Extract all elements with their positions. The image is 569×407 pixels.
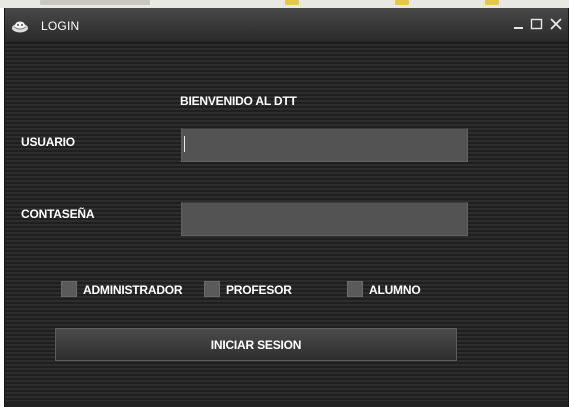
role-checkbox-alumno[interactable]: ALUMNO xyxy=(347,281,437,299)
checkbox-label: ADMINISTRADOR xyxy=(83,283,183,297)
window-bottom-edge xyxy=(5,400,568,407)
folder-icon xyxy=(395,0,409,5)
checkbox-label: PROFESOR xyxy=(226,283,292,297)
username-input[interactable] xyxy=(181,128,468,162)
login-window: LOGIN BIENVENIDO AL DTT USUARIO CONTASEÑ… xyxy=(4,8,569,407)
text-caret xyxy=(184,136,185,152)
welcome-text: BIENVENIDO AL DTT xyxy=(180,94,297,108)
desktop-background-strip xyxy=(0,0,569,8)
checkbox[interactable] xyxy=(61,281,77,297)
checkbox-label: ALUMNO xyxy=(369,283,421,297)
window-title: LOGIN xyxy=(41,19,80,33)
password-input[interactable] xyxy=(181,202,468,236)
desktop-blur xyxy=(40,0,150,5)
app-icon xyxy=(11,19,29,33)
folder-icon xyxy=(285,0,299,5)
password-label: CONTASEÑA xyxy=(21,207,95,221)
checkbox[interactable] xyxy=(347,281,363,297)
role-checkbox-profesor[interactable]: PROFESOR xyxy=(204,281,309,299)
checkbox[interactable] xyxy=(204,281,220,297)
folder-icon xyxy=(485,0,499,5)
username-label: USUARIO xyxy=(21,135,75,149)
login-button[interactable]: INICIAR SESION xyxy=(55,328,457,361)
title-bar[interactable]: LOGIN xyxy=(5,8,568,43)
role-checkbox-administrador[interactable]: ADMINISTRADOR xyxy=(61,281,201,299)
close-icon[interactable] xyxy=(548,16,564,32)
maximize-icon[interactable] xyxy=(529,16,545,32)
minimize-icon[interactable] xyxy=(511,16,527,32)
username-field-wrap xyxy=(181,128,468,162)
